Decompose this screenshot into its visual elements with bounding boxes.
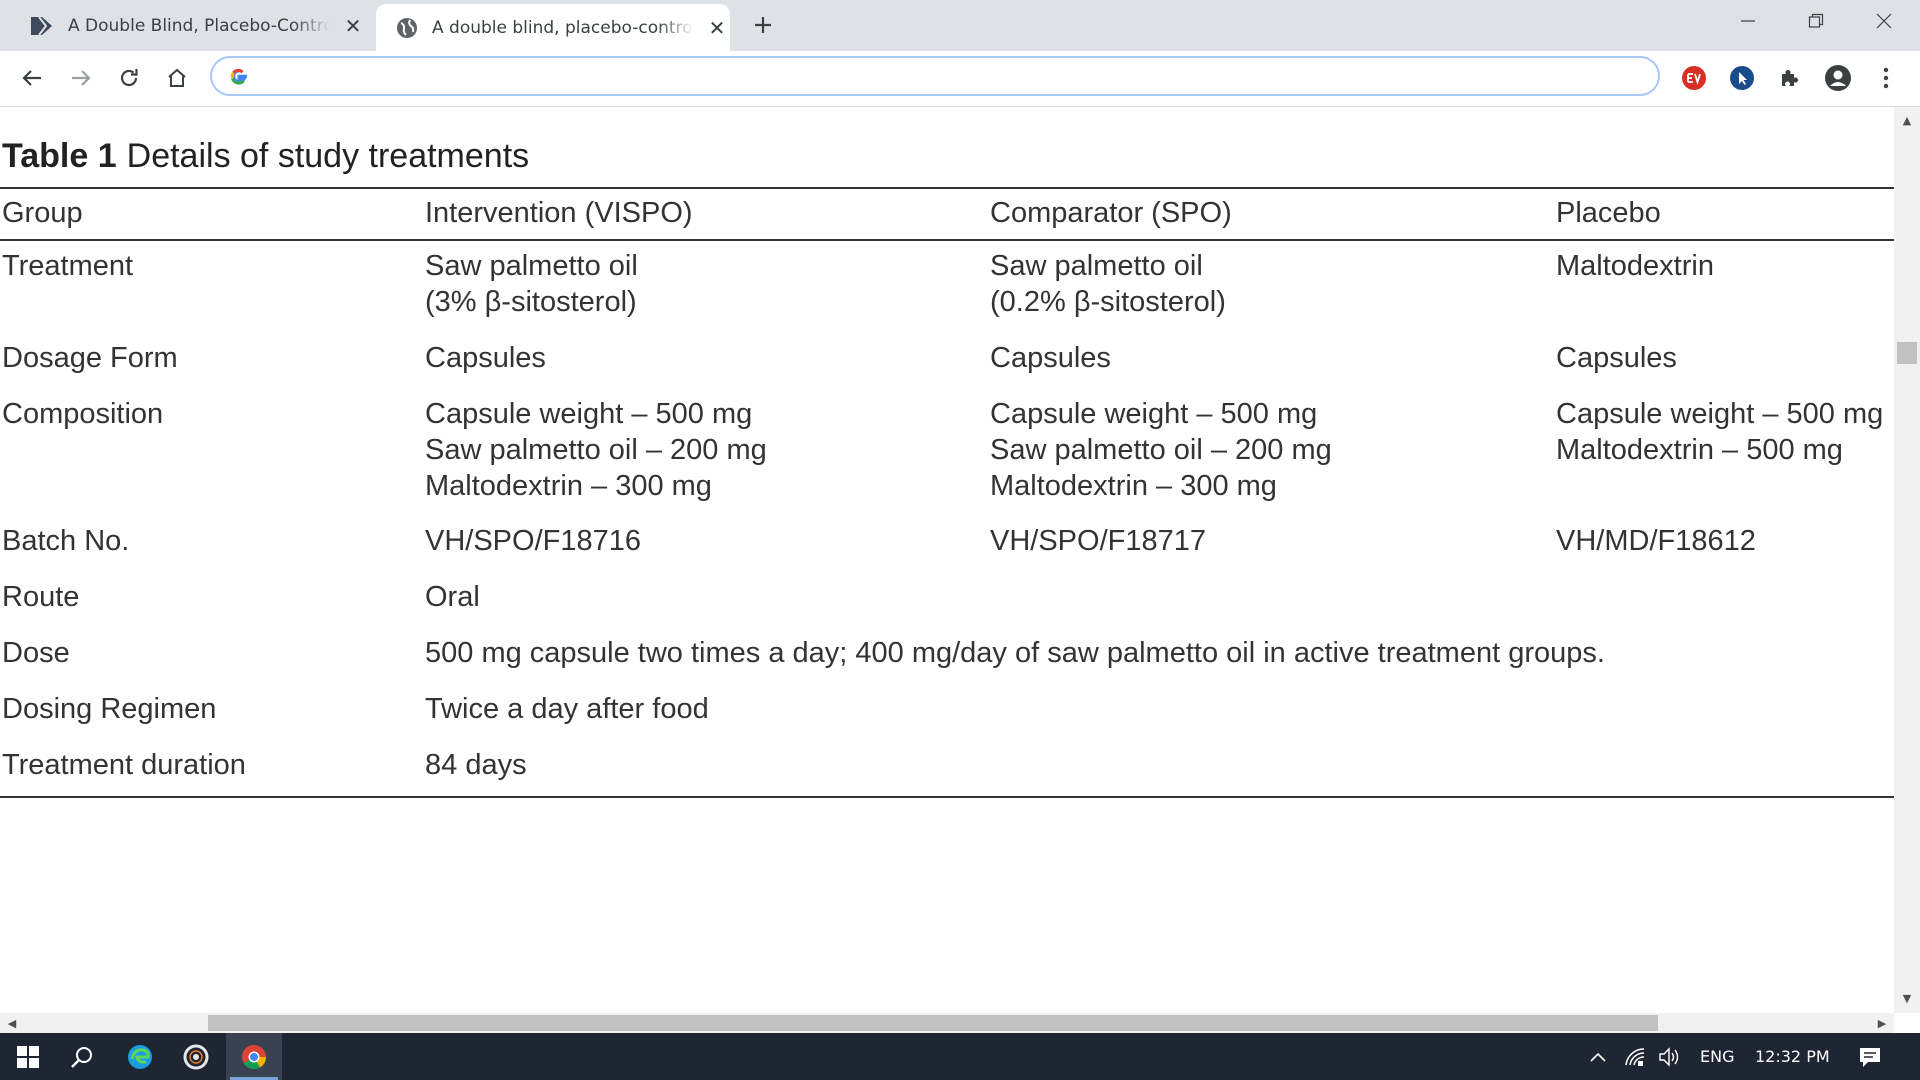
restore-button[interactable]: [1782, 0, 1850, 42]
notifications-button[interactable]: [1842, 1033, 1898, 1080]
close-icon[interactable]: ✕: [340, 13, 366, 39]
table-label: Table 1: [2, 137, 117, 175]
row-label-dosage-form: Dosage Form: [2, 342, 178, 374]
vertical-scroll-thumb[interactable]: [1897, 342, 1917, 364]
cell-batch-spo: VH/SPO/F18717: [990, 525, 1206, 557]
chrome-icon: [242, 1044, 266, 1069]
search-icon: [71, 1046, 92, 1068]
header-rule: [0, 239, 1894, 241]
globe-icon: [392, 13, 422, 43]
volume-button[interactable]: [1642, 1033, 1698, 1080]
taskbar-edge[interactable]: [112, 1033, 168, 1080]
scroll-right-arrow-icon[interactable]: ▶: [1872, 1013, 1892, 1033]
browser-toolbar: [0, 51, 1920, 107]
cell-treatment-spo: Saw palmetto oil (0.2% β-sitosterol): [990, 250, 1226, 318]
cell-dose: 500 mg capsule two times a day; 400 mg/d…: [425, 637, 1605, 669]
account-icon: [1825, 65, 1851, 91]
cursor-extension-icon: [1730, 66, 1754, 90]
window-close-button[interactable]: [1850, 0, 1918, 42]
cell-composition-vispo: Capsule weight – 500 mg Saw palmetto oil…: [425, 398, 767, 502]
minimize-icon: [1741, 20, 1755, 22]
table-title: Details of study treatments: [126, 137, 530, 175]
chevron-up-icon: [1590, 1052, 1606, 1062]
taskbar-clock[interactable]: 12:32 PM: [1755, 1047, 1830, 1066]
row-label-route: Route: [2, 581, 80, 613]
extension-cursor-button[interactable]: [1726, 62, 1758, 94]
close-icon: [1876, 13, 1892, 29]
scroll-up-arrow-icon[interactable]: ▲: [1897, 110, 1917, 130]
browser-tab-2[interactable]: A double blind, placebo-controlled ✕: [376, 4, 730, 51]
cell-dosage-vispo: Capsules: [425, 342, 546, 374]
search-button[interactable]: [54, 1033, 110, 1080]
address-bar[interactable]: [210, 56, 1660, 96]
tab-title: A Double Blind, Placebo-Controlled: [68, 15, 330, 36]
browser-tab-1[interactable]: A Double Blind, Placebo-Controlled ✕: [12, 0, 366, 51]
row-label-regimen: Dosing Regimen: [2, 693, 217, 725]
document-arrow-icon: [28, 11, 58, 41]
table-top-rule: [0, 187, 1894, 189]
header-spo: Comparator (SPO): [990, 197, 1232, 229]
row-label-treatment: Treatment: [2, 250, 134, 282]
more-vert-icon: [1883, 67, 1889, 89]
cell-treatment-placebo: Maltodextrin: [1556, 250, 1714, 282]
tab-title: A double blind, placebo-controlled: [432, 17, 694, 38]
cell-batch-placebo: VH/MD/F18612: [1556, 525, 1756, 557]
restore-icon: [1808, 13, 1824, 28]
cell-dosage-spo: Capsules: [990, 342, 1111, 374]
puzzle-icon: [1782, 70, 1798, 86]
home-button[interactable]: [160, 61, 194, 95]
row-label-dose: Dose: [2, 637, 70, 669]
table-caption: Table 1 Details of study treatments: [2, 137, 529, 176]
minimize-button[interactable]: [1714, 0, 1782, 42]
home-icon: [168, 68, 186, 87]
cell-composition-placebo: Capsule weight – 500 mg Maltodextrin – 5…: [1556, 398, 1884, 466]
header-group: Group: [2, 197, 83, 229]
menu-button[interactable]: [1870, 62, 1902, 94]
reload-button[interactable]: [112, 61, 146, 95]
row-label-composition: Composition: [2, 398, 164, 430]
edge-icon: [128, 1044, 152, 1069]
header-vispo: Intervention (VISPO): [425, 197, 693, 229]
speaker-icon: [1659, 1046, 1679, 1067]
forward-button[interactable]: [64, 61, 98, 95]
scroll-left-arrow-icon[interactable]: ◀: [2, 1013, 22, 1033]
row-label-duration: Treatment duration: [2, 749, 246, 781]
cell-route: Oral: [425, 581, 480, 613]
cell-dosage-placebo: Capsules: [1556, 342, 1677, 374]
scroll-down-arrow-icon[interactable]: ▼: [1897, 988, 1917, 1008]
windows-taskbar: ENG 12:32 PM: [0, 1033, 1920, 1080]
taskbar-chrome[interactable]: [226, 1033, 282, 1080]
cell-batch-vispo: VH/SPO/F18716: [425, 525, 641, 557]
horizontal-scroll-thumb[interactable]: [208, 1015, 1658, 1031]
google-icon: [228, 65, 250, 87]
cell-duration: 84 days: [425, 749, 527, 781]
close-icon[interactable]: ✕: [704, 15, 730, 41]
page-content: Table 1 Details of study treatments Group…: [0, 107, 1894, 1013]
row-label-batch: Batch No.: [2, 525, 130, 557]
header-placebo: Placebo: [1556, 197, 1661, 229]
cell-regimen: Twice a day after food: [425, 693, 709, 725]
cell-composition-spo: Capsule weight – 500 mg Saw palmetto oil…: [990, 398, 1332, 502]
reload-icon: [120, 69, 138, 87]
cell-treatment-vispo: Saw palmetto oil (3% β-sitosterol): [425, 250, 638, 318]
forward-arrow-icon: [72, 70, 91, 86]
extension-ev-button[interactable]: [1678, 62, 1710, 94]
tab-strip: A Double Blind, Placebo-Controlled ✕ A d…: [0, 0, 1920, 51]
notification-icon: [1860, 1047, 1880, 1067]
extensions-button[interactable]: [1774, 62, 1806, 94]
windows-logo-icon: [17, 1045, 39, 1068]
plus-icon: [755, 17, 771, 33]
start-button[interactable]: [0, 1033, 56, 1080]
language-indicator[interactable]: ENG: [1700, 1047, 1734, 1066]
disc-icon: [183, 1044, 209, 1069]
back-arrow-icon: [22, 70, 41, 86]
vertical-scrollbar[interactable]: [1894, 107, 1920, 1013]
taskbar-media-app[interactable]: [168, 1033, 224, 1080]
back-button[interactable]: [15, 61, 49, 95]
new-tab-button[interactable]: [748, 10, 778, 40]
address-input[interactable]: [260, 65, 1658, 87]
table-bottom-rule: [0, 796, 1894, 798]
ev-extension-icon: [1682, 66, 1706, 90]
profile-button[interactable]: [1822, 62, 1854, 94]
